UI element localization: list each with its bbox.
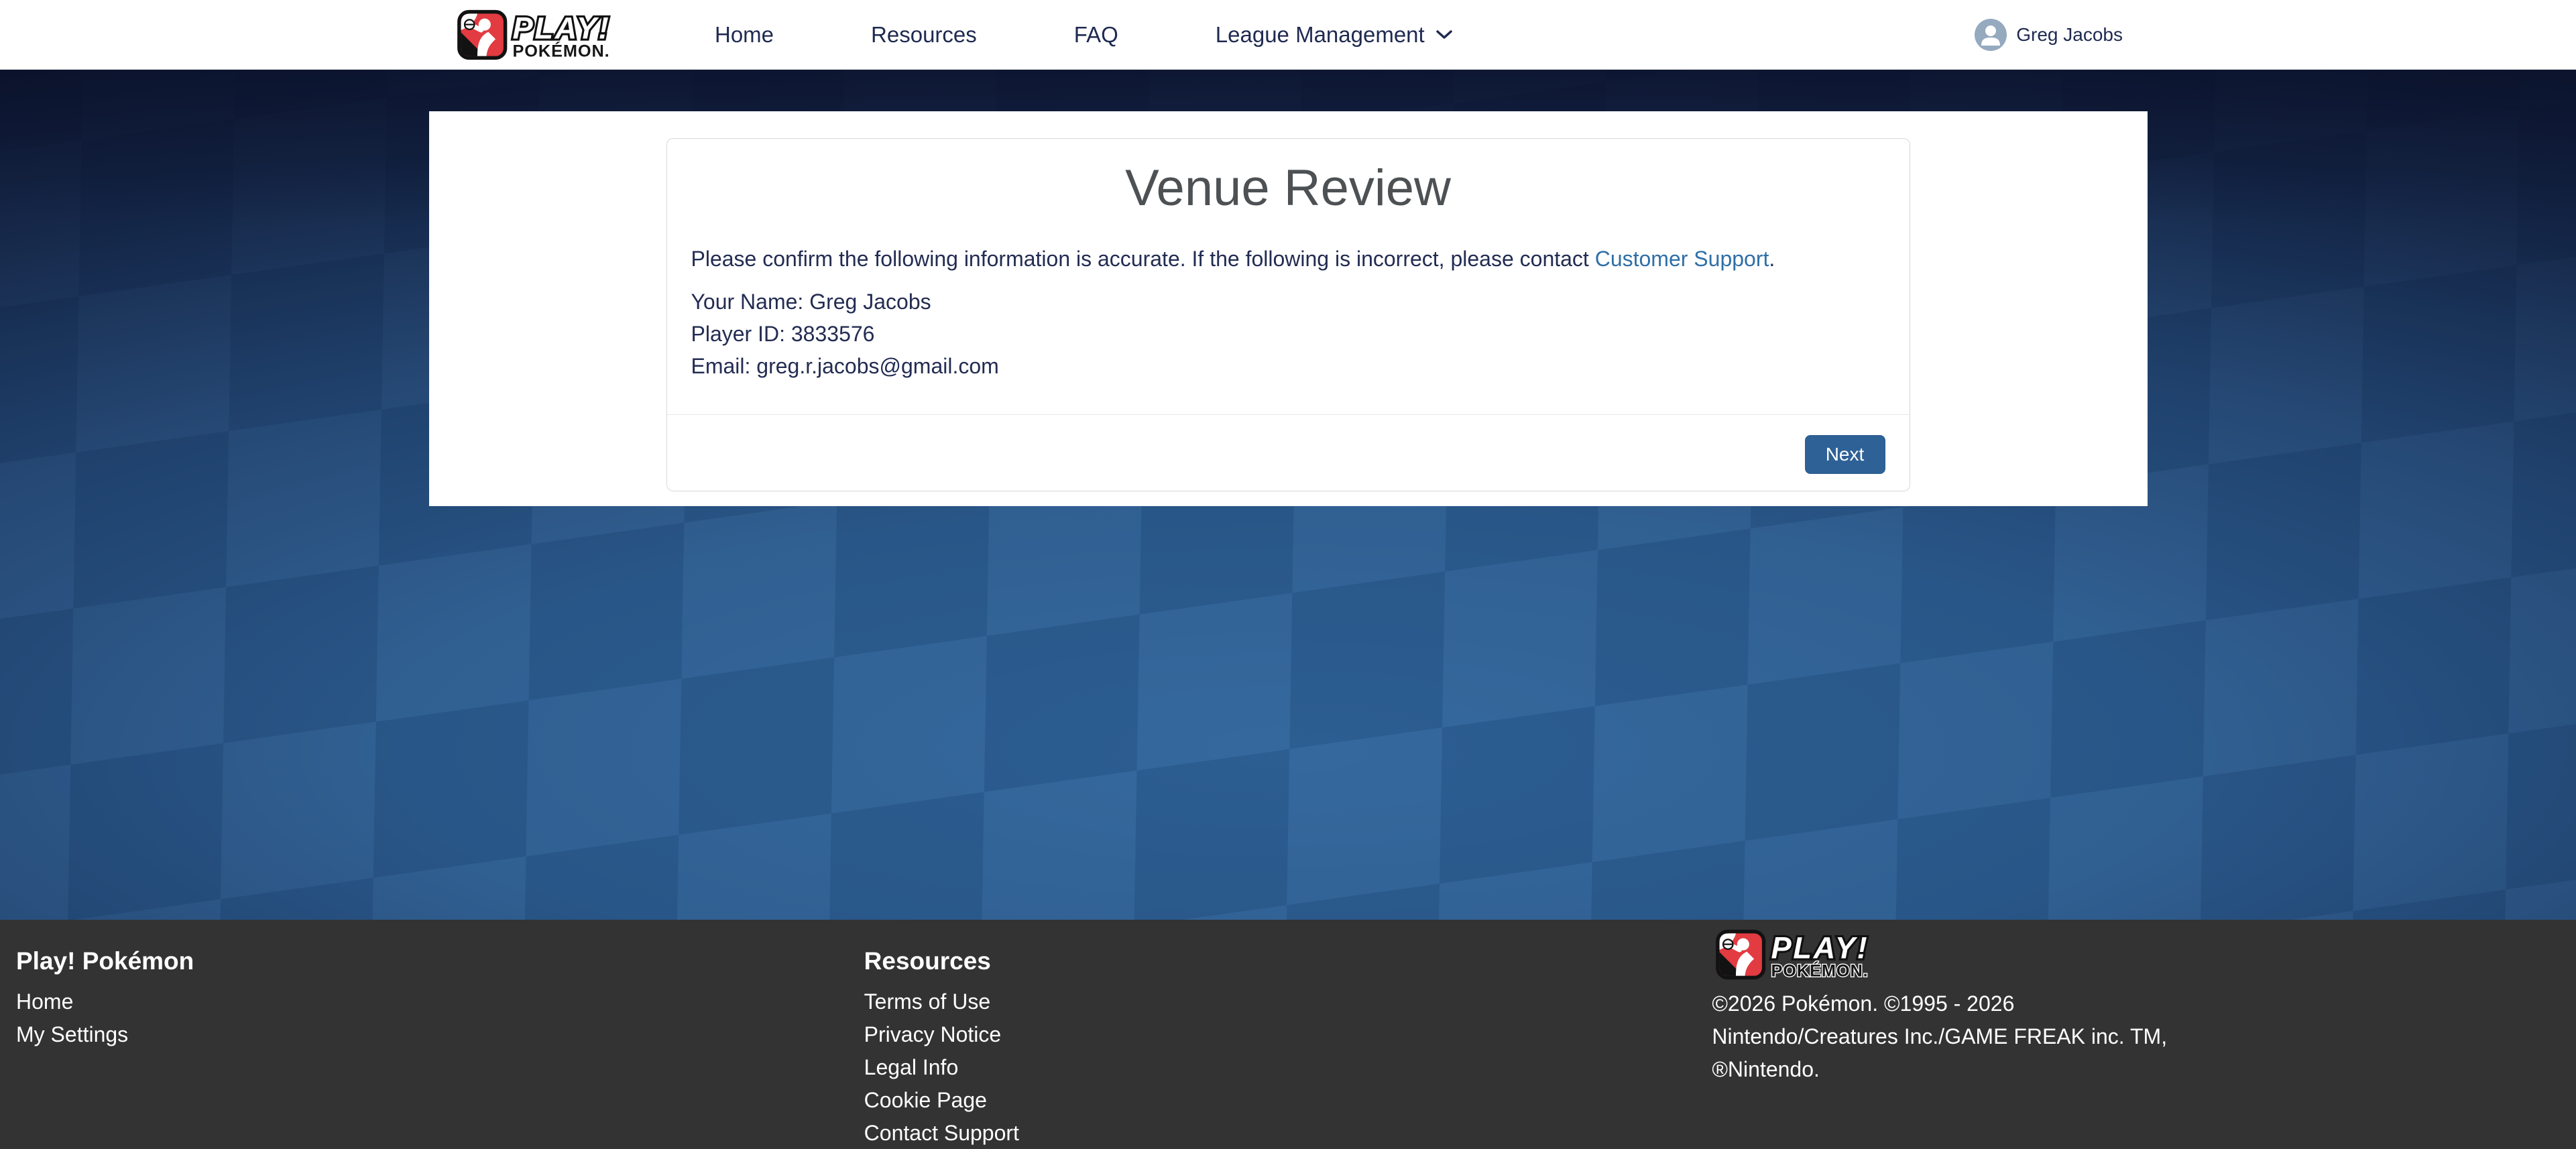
brand-pokemon-text: POKÉMON. xyxy=(1771,961,1869,980)
page-title: Venue Review xyxy=(691,158,1885,219)
copyright-notice: ©2026 Pokémon. ©1995 - 2026 Nintendo/Cre… xyxy=(1712,987,2560,1086)
customer-support-link[interactable]: Customer Support xyxy=(1595,247,1769,271)
copyright-line: ©2026 Pokémon. ©1995 - 2026 xyxy=(1712,987,2560,1020)
play-pokemon-logo-icon: PLAY! POKÉMON. xyxy=(1712,929,1913,980)
footer-play-pokemon-logo: PLAY! POKÉMON. xyxy=(1712,929,1913,983)
next-button[interactable]: Next xyxy=(1805,435,1885,474)
footer-link-legal-info[interactable]: Legal Info xyxy=(864,1051,1712,1084)
footer-link-cookie-page[interactable]: Cookie Page xyxy=(864,1084,1712,1117)
nav-item-label: League Management xyxy=(1216,22,1425,48)
nav-item-home[interactable]: Home xyxy=(715,22,774,48)
confirmation-text: Please confirm the following information… xyxy=(691,243,1885,275)
footer-link-home[interactable]: Home xyxy=(16,985,864,1018)
card-footer: Next xyxy=(667,414,1910,491)
footer-column-legal: PLAY! POKÉMON. ©2026 Pokémon. ©1995 - 20… xyxy=(1712,947,2560,1149)
play-pokemon-logo[interactable]: PLAY! POKÉMON. xyxy=(453,9,654,60)
user-menu[interactable]: Greg Jacobs xyxy=(1975,19,2123,51)
brand-play-text: PLAY! xyxy=(1771,930,1869,965)
footer-link-my-settings[interactable]: My Settings xyxy=(16,1018,864,1051)
main-area: Venue Review Please confirm the followin… xyxy=(0,70,2576,920)
brand-play-text: PLAY! xyxy=(512,11,610,45)
play-pokemon-logo-icon: PLAY! POKÉMON. xyxy=(453,9,654,60)
brand-pokemon-text: POKÉMON. xyxy=(512,41,609,60)
page-footer: Play! Pokémon Home My Settings Resources… xyxy=(0,920,2576,1149)
nav-item-league-management[interactable]: League Management xyxy=(1216,22,1453,48)
footer-heading-play-pokemon: Play! Pokémon xyxy=(16,947,864,976)
player-name-line: Your Name: Greg Jacobs xyxy=(691,286,1885,318)
nav-item-faq[interactable]: FAQ xyxy=(1074,22,1118,48)
chevron-down-icon xyxy=(1436,29,1453,40)
footer-link-contact-support[interactable]: Contact Support xyxy=(864,1117,1712,1149)
copyright-line: Nintendo/Creatures Inc./GAME FREAK inc. … xyxy=(1712,1020,2560,1053)
footer-link-privacy-notice[interactable]: Privacy Notice xyxy=(864,1018,1712,1051)
venue-review-card: Venue Review Please confirm the followin… xyxy=(666,138,1910,491)
footer-column-resources: Resources Terms of Use Privacy Notice Le… xyxy=(864,947,1712,1149)
confirmation-text-before-link: Please confirm the following information… xyxy=(691,247,1595,271)
footer-link-terms-of-use[interactable]: Terms of Use xyxy=(864,985,1712,1018)
nav-menu: Home Resources FAQ League Management xyxy=(715,22,1453,48)
card-body: Venue Review Please confirm the followin… xyxy=(667,139,1910,414)
footer-heading-resources: Resources xyxy=(864,947,1712,976)
confirmation-text-period: . xyxy=(1769,247,1775,271)
content-panel: Venue Review Please confirm the followin… xyxy=(429,111,2148,506)
nav-item-resources[interactable]: Resources xyxy=(871,22,977,48)
player-email-line: Email: greg.r.jacobs@gmail.com xyxy=(691,350,1885,382)
copyright-line: ®Nintendo. xyxy=(1712,1053,2560,1086)
avatar xyxy=(1975,19,2007,51)
user-name: Greg Jacobs xyxy=(2016,24,2123,46)
footer-column-play-pokemon: Play! Pokémon Home My Settings xyxy=(16,947,864,1149)
top-nav: PLAY! POKÉMON. Home Resources FAQ League… xyxy=(0,0,2576,70)
player-id-line: Player ID: 3833576 xyxy=(691,318,1885,350)
nav-container: PLAY! POKÉMON. Home Resources FAQ League… xyxy=(453,0,2123,69)
